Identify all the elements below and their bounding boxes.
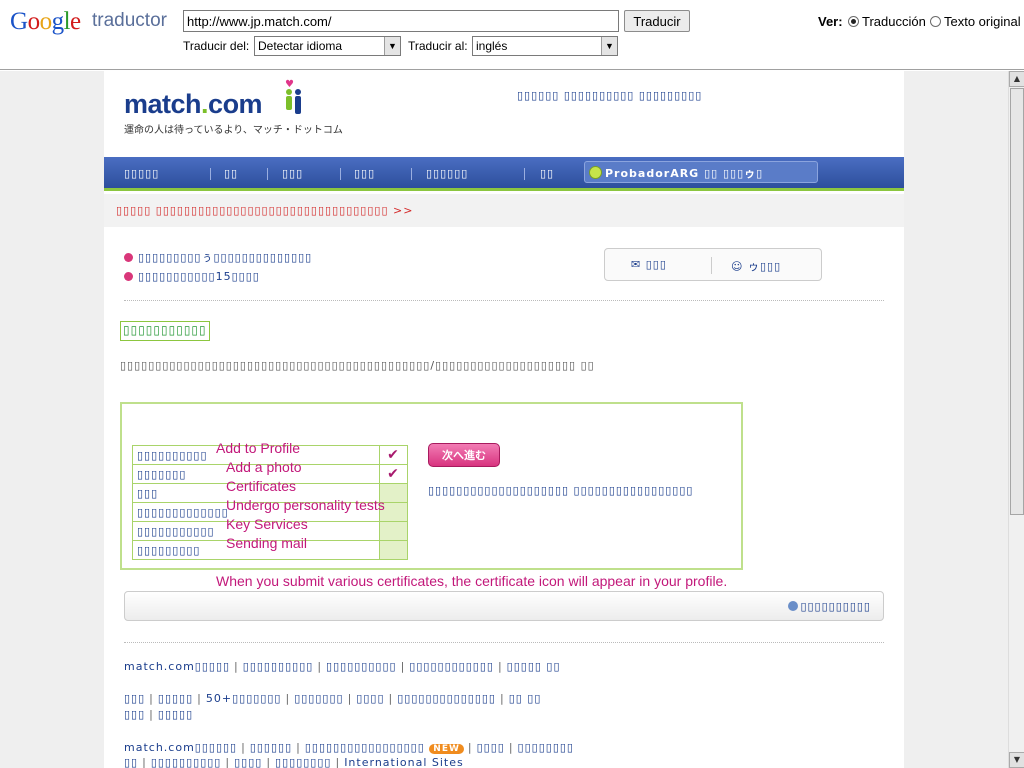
overlay-label-certificates: Certificates: [226, 478, 297, 494]
scroll-up-icon[interactable]: ▲: [1009, 71, 1024, 87]
scrollbar-thumb[interactable]: [1010, 88, 1024, 515]
translate-toolbar: Google traductor Traducir Traducir del: …: [0, 0, 1024, 70]
google-logo: Google: [10, 8, 81, 35]
target-language-select[interactable]: inglés ▼: [472, 36, 618, 56]
view-translation-radio[interactable]: Traducción: [848, 14, 926, 29]
footer-link[interactable]: ▯▯▯▯▯▯▯▯▯▯▯▯▯▯: [397, 692, 496, 705]
overlay-label-add-photo: Add a photo: [226, 459, 302, 475]
chevron-down-icon: ▼: [601, 37, 617, 55]
globe-icon: [788, 601, 799, 611]
footer-link[interactable]: ▯▯▯▯▯▯▯▯▯▯: [243, 660, 314, 673]
footer-links-5: ▯▯ | ▯▯▯▯▯▯▯▯▯▯ | ▯▯▯▯ | ▯▯▯▯▯▯▯▯ | Internationa…: [124, 756, 464, 768]
profile-checklist-panel: ▯▯▯▯▯▯▯▯▯▯ ✔ ▯▯▯▯▯▯▯ ✔ ▯▯▯ ▯▯▯▯▯▯▯▯▯▯▯▯▯ ▯…: [120, 402, 743, 570]
nav-item-5[interactable]: ▯▯▯▯▯▯: [426, 167, 468, 180]
footer-link[interactable]: ▯▯▯▯▯▯▯▯: [275, 756, 331, 768]
section-title: ▯▯▯▯▯▯▯▯▯▯▯: [120, 321, 210, 341]
footer-link[interactable]: ▯▯▯▯▯ ▯▯: [507, 660, 561, 673]
translate-button[interactable]: Traducir: [624, 10, 690, 32]
bullet-icon: [124, 272, 133, 281]
footer-link[interactable]: ▯▯ ▯▯: [509, 692, 542, 705]
footer-link[interactable]: ▯▯▯▯▯▯▯▯: [518, 741, 574, 754]
radio-selected-icon[interactable]: [848, 16, 859, 27]
header-links[interactable]: ▯▯▯▯▯▯ ▯▯▯▯▯▯▯▯▯▯ ▯▯▯▯▯▯▯▯▯: [517, 89, 702, 102]
footer-link[interactable]: ▯▯▯▯▯: [158, 692, 193, 705]
new-badge: NEW: [429, 744, 464, 754]
footer-link[interactable]: ▯▯▯: [124, 692, 145, 705]
nav-item-6[interactable]: ▯▯: [540, 167, 554, 180]
overlay-label-key-services: Key Services: [226, 516, 308, 532]
match-logo[interactable]: match.com: [124, 89, 263, 120]
footer-link[interactable]: ▯▯▯▯▯▯: [250, 741, 292, 754]
footer-link[interactable]: ▯▯: [124, 756, 138, 768]
nav-item-1[interactable]: ▯▯▯▯▯: [124, 167, 159, 180]
overlay-label-sending-mail: Sending mail: [226, 535, 307, 551]
translate-to-label: Traducir al:: [408, 39, 468, 53]
smile-icon: ☺: [731, 260, 744, 273]
footer-link[interactable]: 50+▯▯▯▯▯▯▯: [206, 692, 282, 705]
radio-empty-icon[interactable]: [930, 16, 941, 27]
footer-link[interactable]: ▯▯▯▯▯▯▯: [294, 692, 343, 705]
smile-link[interactable]: ☺ ゥ▯▯▯: [731, 258, 781, 274]
overlay-label-add-profile: Add to Profile: [216, 440, 301, 456]
footer-links-1: match.com▯▯▯▯▯ | ▯▯▯▯▯▯▯▯▯▯ | ▯▯▯▯▯▯▯▯▯▯ | ▯▯▯…: [124, 660, 561, 673]
nav-item-4[interactable]: ▯▯▯: [354, 167, 375, 180]
footer-links-2: ▯▯▯ | ▯▯▯▯▯ | 50+▯▯▯▯▯▯▯ | ▯▯▯▯▯▯▯ | ▯▯▯▯ | ▯▯▯▯▯▯…: [124, 692, 542, 705]
view-label: Ver:: [818, 14, 843, 29]
match-page: match.com ♥ 運命の人は待っているより、マッチ・ドットコム ▯▯▯▯▯…: [104, 71, 904, 768]
next-button[interactable]: 次へ進む: [428, 443, 500, 467]
footer-link[interactable]: match.com▯▯▯▯▯: [124, 660, 230, 673]
footer-link[interactable]: ▯▯▯▯▯▯▯▯▯▯▯▯▯▯▯▯▯: [305, 741, 425, 754]
scroll-down-icon[interactable]: ▼: [1009, 752, 1024, 768]
user-profile-button[interactable]: ProbadorARG ▯▯ ▯▯▯ゥ▯: [584, 161, 818, 183]
main-nav: ▯▯▯▯▯ ▯▯ ▯▯▯ ▯▯▯ ▯▯▯▯▯▯ ▯▯ ProbadorARG ▯…: [104, 157, 904, 191]
chevron-down-icon: ▼: [384, 37, 400, 55]
footer-link[interactable]: ▯▯▯▯▯▯▯▯▯▯: [326, 660, 397, 673]
promo-banner[interactable]: ▯▯▯▯▯ ▯▯▯▯▯▯▯▯▯▯▯▯▯▯▯▯▯▯▯▯▯▯▯▯▯▯▯▯▯▯▯▯▯ …: [104, 194, 904, 227]
translate-product-name: traductor: [92, 10, 167, 31]
footer-links-3: ▯▯▯ | ▯▯▯▯▯: [124, 708, 194, 721]
footer-link[interactable]: ▯▯▯▯▯▯▯▯▯▯: [151, 756, 222, 768]
envelope-icon: ✉: [631, 258, 642, 271]
international-sites-link[interactable]: International Sites: [344, 756, 464, 768]
info-link-2[interactable]: ▯▯▯▯▯▯▯▯▯▯▯15▯▯▯▯: [124, 270, 260, 283]
view-original-radio[interactable]: Texto original: [930, 14, 1021, 29]
divider: [124, 642, 884, 643]
translate-from-label: Traducir del:: [183, 39, 250, 53]
panel-description: ▯▯▯▯▯▯▯▯▯▯▯▯▯▯▯▯▯▯▯▯ ▯▯▯▯▯▯▯▯▯▯▯▯▯▯▯▯▯: [428, 484, 694, 497]
check-icon: ✔: [379, 464, 408, 484]
check-icon: ✔: [379, 445, 408, 465]
footer-link[interactable]: ▯▯▯▯▯▯▯▯▯▯▯▯: [409, 660, 494, 673]
divider: [124, 300, 884, 301]
intro-text: ▯▯▯▯▯▯▯▯▯▯▯▯▯▯▯▯▯▯▯▯▯▯▯▯▯▯▯▯▯▯▯▯▯▯▯▯▯▯▯▯…: [120, 359, 595, 372]
overlay-label-personality-tests: Undergo personality tests: [226, 497, 385, 513]
footer-link[interactable]: ▯▯▯▯: [356, 692, 384, 705]
footer-link[interactable]: ▯▯▯: [124, 708, 145, 721]
vertical-scrollbar[interactable]: ▲ ▼: [1008, 71, 1024, 768]
status-box: ▯▯▯▯▯▯▯▯▯▯: [124, 591, 884, 621]
mail-link[interactable]: ✉ ▯▯▯: [631, 258, 667, 271]
nav-item-2[interactable]: ▯▯: [224, 167, 238, 180]
translated-page-frame: match.com ♥ 運命の人は待っているより、マッチ・ドットコム ▯▯▯▯▯…: [0, 71, 1008, 768]
smiley-icon: [589, 166, 602, 179]
footer-link[interactable]: ▯▯▯▯: [477, 741, 505, 754]
couple-figure-icon: [286, 89, 301, 114]
footer-link[interactable]: ▯▯▯▯▯: [158, 708, 193, 721]
footer-link[interactable]: match.com▯▯▯▯▯▯: [124, 741, 237, 754]
footer-link[interactable]: ▯▯▯▯: [234, 756, 262, 768]
source-language-select[interactable]: Detectar idioma ▼: [254, 36, 401, 56]
overlay-certificate-note: When you submit various certificates, th…: [216, 573, 728, 589]
bullet-icon: [124, 253, 133, 262]
info-link-1[interactable]: ▯▯▯▯▯▯▯▯▯ぅ▯▯▯▯▯▯▯▯▯▯▯▯▯▯: [124, 249, 312, 265]
nav-item-3[interactable]: ▯▯▯: [282, 167, 303, 180]
url-input[interactable]: [183, 10, 619, 32]
tagline: 運命の人は待っているより、マッチ・ドットコム: [124, 125, 343, 136]
status-link[interactable]: ▯▯▯▯▯▯▯▯▯▯: [788, 600, 871, 613]
mail-smile-box: ✉ ▯▯▯ ☺ ゥ▯▯▯: [604, 248, 822, 281]
